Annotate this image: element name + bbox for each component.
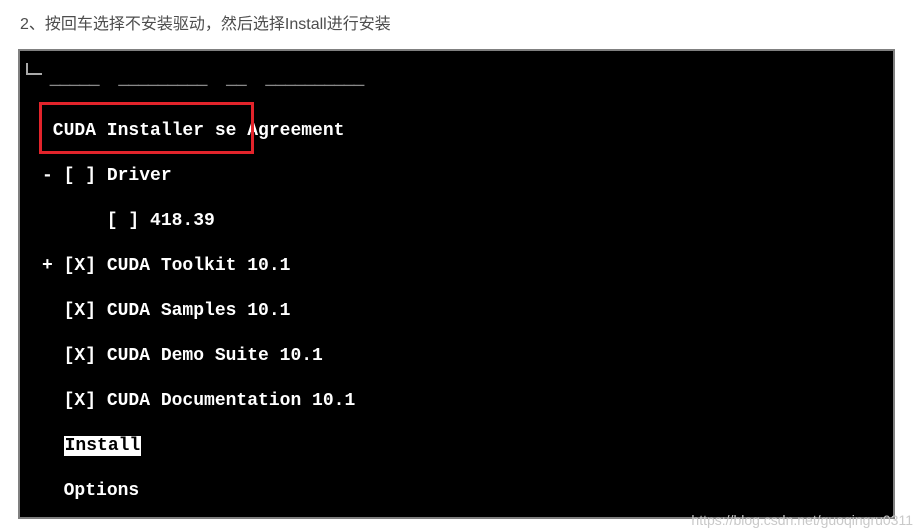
option-cuda-samples[interactable]: [X] CUDA Samples 10.1: [20, 300, 893, 323]
watermark-url: https://blog.csdn.net/guoqingru0311: [691, 512, 913, 528]
options-action[interactable]: Options: [20, 480, 893, 503]
installer-title: CUDA Installer se Agreement: [20, 120, 893, 143]
cropped-row: ───── ───────── ── ──────────: [20, 80, 893, 94]
terminal-content[interactable]: ───── ───────── ── ────────── CUDA Insta…: [20, 51, 893, 519]
frame-corner: [26, 63, 42, 75]
install-action[interactable]: Install: [20, 435, 893, 458]
option-driver[interactable]: - [ ] Driver: [20, 165, 893, 188]
instruction-text: 2、按回车选择不安装驱动，然后选择Install进行安装: [0, 0, 913, 49]
option-cuda-toolkit[interactable]: + [X] CUDA Toolkit 10.1: [20, 255, 893, 278]
option-cuda-docs[interactable]: [X] CUDA Documentation 10.1: [20, 390, 893, 413]
option-cuda-demo[interactable]: [X] CUDA Demo Suite 10.1: [20, 345, 893, 368]
terminal-window: ───── ───────── ── ────────── CUDA Insta…: [18, 49, 895, 519]
option-driver-version[interactable]: [ ] 418.39: [20, 210, 893, 233]
